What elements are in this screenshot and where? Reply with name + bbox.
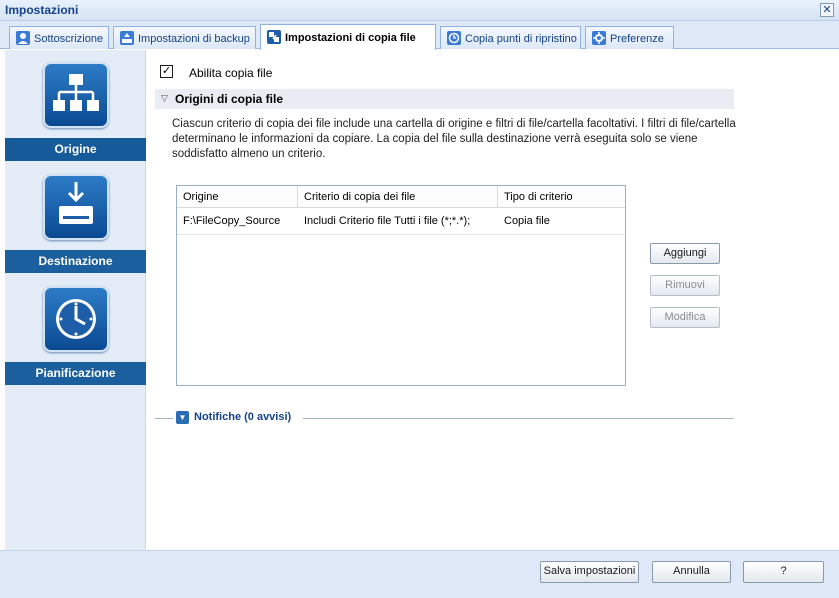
tab-strip: Sottoscrizione Impostazioni di backup Im…: [0, 21, 839, 50]
tab-copy-restore-points[interactable]: Copia punti di ripristino: [440, 26, 581, 49]
divider: [303, 418, 734, 419]
window-titlebar: Impostazioni ✕: [0, 0, 839, 21]
schedule-clock-icon: [43, 286, 109, 352]
tab-subscription[interactable]: Sottoscrizione: [9, 26, 109, 49]
enable-file-copy-checkbox[interactable]: ✓: [160, 65, 173, 78]
notifications-section[interactable]: ▼ Notifiche (0 avvisi): [155, 410, 734, 426]
sidebar-item-schedule[interactable]: Pianificazione: [5, 274, 146, 386]
destination-drive-icon: [43, 174, 109, 240]
tab-label: Impostazioni di backup: [138, 33, 250, 45]
sidebar-item-source[interactable]: Origine: [5, 50, 146, 162]
tab-label: Preferenze: [610, 33, 664, 45]
enable-file-copy-label: Abilita copia file: [189, 66, 273, 80]
source-hierarchy-icon: [43, 62, 109, 128]
sidebar-item-label: Destinazione: [5, 250, 146, 273]
sidebar: Origine Destinazione Pianificazione: [5, 50, 146, 550]
tab-backup-settings[interactable]: Impostazioni di backup: [113, 26, 256, 49]
table-row[interactable]: F:\FileCopy_Source Includi Criterio file…: [177, 208, 625, 235]
tab-label: Impostazioni di copia file: [285, 32, 416, 44]
table-cell-type: Copia file: [504, 215, 550, 227]
footer-bar: Salva impostazioni Annulla ?: [0, 550, 839, 598]
table-header: Origine Criterio di copia dei file Tipo …: [177, 186, 625, 208]
cancel-button[interactable]: Annulla: [652, 561, 731, 583]
column-header-source[interactable]: Origine: [177, 186, 298, 208]
table-cell-source: F:\FileCopy_Source: [183, 215, 281, 227]
tab-label: Copia punti di ripristino: [465, 33, 577, 45]
tab-file-copy-settings[interactable]: Impostazioni di copia file: [260, 24, 436, 50]
tab-preferences[interactable]: Preferenze: [585, 26, 674, 49]
restore-points-icon: [447, 31, 461, 45]
sidebar-item-label: Pianificazione: [5, 362, 146, 385]
column-header-copy-criteria[interactable]: Criterio di copia dei file: [298, 186, 498, 208]
notifications-label: Notifiche (0 avvisi): [194, 411, 292, 423]
file-copy-sources-table: Origine Criterio di copia dei file Tipo …: [176, 185, 626, 386]
section-title: Origini di copia file: [175, 92, 284, 106]
window-title: Impostazioni: [5, 3, 79, 17]
close-icon[interactable]: ✕: [820, 3, 834, 17]
save-settings-button[interactable]: Salva impostazioni: [540, 561, 639, 583]
backup-icon: [120, 31, 134, 45]
file-copy-icon: [267, 30, 281, 44]
main-content: ✓ Abilita copia file ▽ Origini di copia …: [146, 50, 839, 550]
help-button[interactable]: ?: [743, 561, 824, 583]
expand-icon[interactable]: ▼: [176, 411, 189, 424]
add-button[interactable]: Aggiungi: [650, 243, 720, 264]
remove-button[interactable]: Rimuovi: [650, 275, 720, 296]
preferences-icon: [592, 31, 606, 45]
section-header-file-copy-sources[interactable]: ▽ Origini di copia file: [155, 89, 734, 109]
section-description: Ciascun criterio di copia dei file inclu…: [172, 118, 736, 160]
modify-button[interactable]: Modifica: [650, 307, 720, 328]
column-header-criteria-type[interactable]: Tipo di criterio: [498, 186, 625, 208]
table-cell-criteria: Includi Criterio file Tutti i file (*;*.…: [304, 215, 471, 227]
user-icon: [16, 31, 30, 45]
collapse-arrow-icon: ▽: [161, 93, 168, 103]
sidebar-item-label: Origine: [5, 138, 146, 161]
divider: [155, 418, 173, 419]
tab-label: Sottoscrizione: [34, 33, 104, 45]
sidebar-item-destination[interactable]: Destinazione: [5, 162, 146, 274]
